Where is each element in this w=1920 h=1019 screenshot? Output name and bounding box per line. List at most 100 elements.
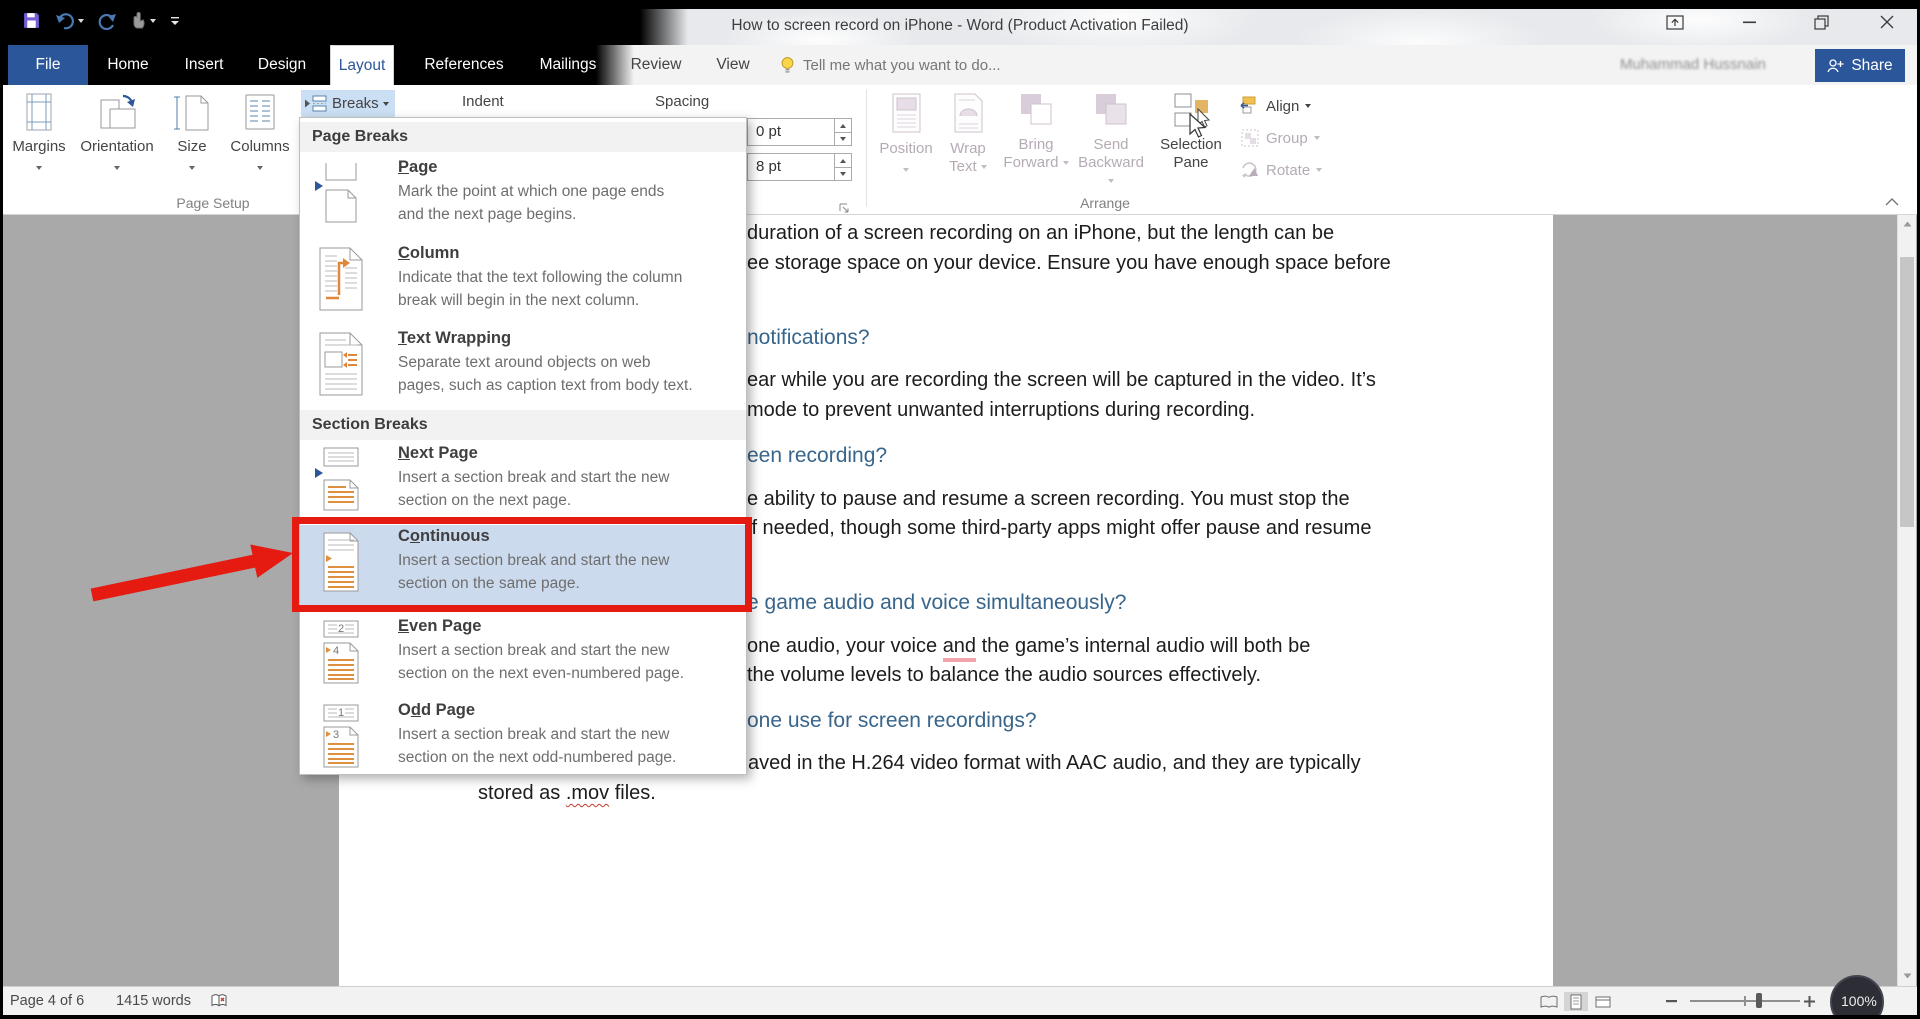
menu-item-odd-page-break[interactable]: 1 3 Odd Page Insert a section break and … [300,699,746,781]
scrollbar-thumb[interactable] [1900,257,1914,527]
spacing-label: Spacing [655,93,710,110]
share-person-icon [1827,58,1844,72]
print-layout-icon [1570,994,1582,1009]
even-page-break-icon: 2 4 [323,620,359,684]
selection-pane-button[interactable]: Selection Pane [1152,89,1230,203]
wrap-text-button[interactable]: Wrap Text [938,89,998,203]
collapse-ribbon-chevron[interactable] [1884,197,1900,206]
tab-design[interactable]: Design [250,45,314,85]
zoom-in-button[interactable] [1804,996,1815,1007]
position-caret [903,168,909,173]
ribbon-display-options-button[interactable] [1652,8,1698,36]
spacing-after-spinner[interactable]: 8 pt [747,153,852,181]
spacing-before-steppers[interactable] [834,119,851,145]
breaks-button[interactable]: Breaks [301,90,395,117]
rotate-caret [1316,168,1323,172]
web-layout-button[interactable] [1591,992,1615,1011]
word-count[interactable]: 1415 words [116,987,191,1015]
restore-button[interactable] [1798,8,1844,36]
zoom-out-button[interactable] [1666,1000,1677,1003]
tell-me-placeholder: Tell me what you want to do... [803,56,1001,74]
window-title: How to screen record on iPhone - Word (P… [731,17,1189,34]
bring-forward-icon [1021,94,1052,125]
position-button[interactable]: Position [876,89,936,203]
read-mode-icon [1540,995,1558,1008]
tab-review[interactable]: Review [622,45,690,85]
close-button[interactable] [1864,8,1910,36]
svg-text:3: 3 [333,729,339,741]
tab-file[interactable]: File [8,45,88,85]
minimize-icon [1742,21,1756,23]
bring-forward-button[interactable]: Bring Forward [1002,89,1070,203]
wrap-text-icon [954,93,983,133]
zoom-slider-thumb[interactable] [1756,993,1762,1008]
next-page-break-icon [315,447,359,511]
touch-mode-caret[interactable] [150,18,156,23]
tab-references[interactable]: References [416,45,512,85]
group-button[interactable]: Group [1240,125,1320,151]
zoom-level[interactable]: 100% [1841,993,1877,1009]
spacing-before-spinner[interactable]: 0 pt [747,118,852,146]
paragraph-dialog-launcher[interactable] [838,202,851,215]
doc-line: aved in the H.264 video format with AAC … [748,752,1361,774]
tab-home[interactable]: Home [96,45,160,85]
share-button[interactable]: Share [1815,49,1905,82]
touch-mouse-mode-button[interactable] [131,11,156,30]
page-indicator[interactable]: Page 4 of 6 [10,987,84,1015]
menu-item-column-break[interactable]: Column Indicate that the text following … [300,242,746,324]
size-icon [174,95,209,131]
window-left-edge [0,0,3,1019]
user-name[interactable]: Muhammad Hussnain [1620,56,1810,73]
columns-button[interactable]: Columns [224,89,296,203]
section-breaks-section-header: Section Breaks [300,410,746,440]
menu-item-even-page-break[interactable]: 2 4 Even Page Insert a section break and… [300,615,746,697]
redo-button[interactable] [98,12,117,30]
tab-mailings[interactable]: Mailings [528,45,608,85]
scroll-down-icon[interactable] [1903,973,1912,979]
grammar-flagged-word: and [942,635,977,657]
columns-caret [257,166,263,171]
touch-mode-icon [133,11,145,28]
orientation-caret [114,166,120,171]
print-layout-button[interactable] [1564,992,1588,1011]
vertical-scrollbar[interactable] [1897,215,1916,986]
save-button[interactable] [22,11,41,30]
tab-view[interactable]: View [708,45,758,85]
restore-icon [1813,14,1829,30]
doc-line: one audio, your voice and the game’s int… [747,635,1311,657]
bring-forward-caret [1062,161,1069,166]
svg-text:1: 1 [338,707,344,719]
tab-layout[interactable]: Layout [330,45,394,85]
rotate-button[interactable]: Rotate [1240,157,1323,183]
read-mode-button[interactable] [1537,992,1561,1011]
align-button[interactable]: Align [1240,93,1312,119]
tell-me-box[interactable]: Tell me what you want to do... [780,45,1001,85]
scroll-up-icon[interactable] [1903,221,1912,227]
doc-line: duration of a screen recording on an iPh… [747,222,1335,244]
status-bar: Page 4 of 6 1415 words [0,986,1920,1015]
orientation-button[interactable]: Orientation [74,89,160,203]
group-separator [866,89,867,207]
proofing-errors-icon[interactable] [210,993,229,1009]
doc-heading: notifications? [747,326,870,349]
doc-line: the volume levels to balance the audio s… [747,664,1262,686]
align-icon [1240,96,1256,114]
undo-button[interactable] [55,12,84,30]
minimize-button[interactable] [1726,8,1772,36]
tab-insert[interactable]: Insert [174,45,234,85]
customize-quick-access-toolbar-button[interactable] [170,16,180,26]
send-backward-button[interactable]: Send Backward [1074,89,1148,203]
breaks-dropdown-menu: Page Breaks Page Mark the point at which… [299,117,747,775]
ribbon: Margins Orientation Size Columns Breaks … [0,85,1920,215]
size-button[interactable]: Size [166,89,218,203]
menu-item-text-wrapping-break[interactable]: Text Wrapping Separate text around objec… [300,327,746,409]
menu-item-page-break[interactable]: Page Mark the point at which one page en… [300,156,746,238]
undo-dropdown-caret[interactable] [78,18,84,23]
spacing-after-steppers[interactable] [834,154,851,180]
menu-item-next-page-break[interactable]: Next Page Insert a section break and sta… [300,442,746,524]
margins-button[interactable]: Margins [10,89,68,203]
customize-qat-icon [171,16,179,25]
text-wrapping-break-icon [319,332,363,396]
odd-page-break-icon: 1 3 [323,704,359,768]
ribbon-tab-row: File Home Insert Design Layout Reference… [0,45,1920,85]
